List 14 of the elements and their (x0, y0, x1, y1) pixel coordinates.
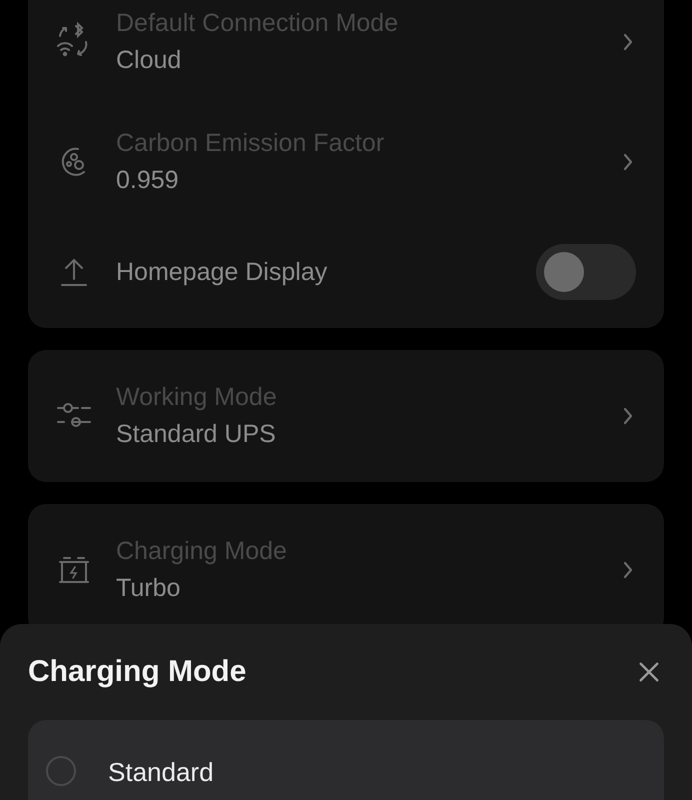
chevron-right-icon[interactable] (622, 406, 634, 426)
chevron-right-icon[interactable] (622, 152, 634, 172)
chevron-right-icon[interactable] (622, 32, 634, 52)
setting-value: Standard UPS (116, 420, 277, 449)
option-item[interactable]: Standard (28, 720, 664, 800)
setting-value: Turbo (116, 574, 182, 603)
setting-value: Cloud (116, 46, 182, 75)
setting-value: 0.959 (116, 166, 180, 195)
radio-button[interactable] (46, 756, 76, 786)
sheet-title: Charging Mode (28, 655, 246, 689)
setting-label: Homepage Display (116, 258, 328, 286)
option-label: Standard (108, 756, 214, 788)
chevron-right-icon[interactable] (622, 560, 634, 580)
close-icon[interactable] (638, 661, 660, 683)
